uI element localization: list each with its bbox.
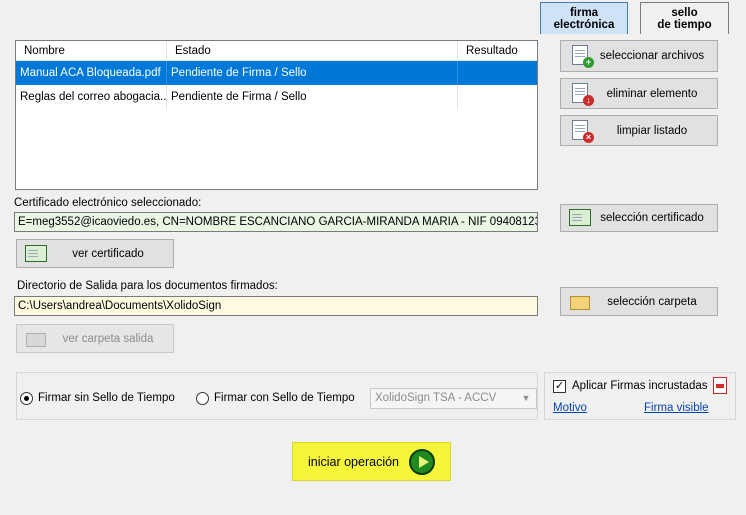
view-folder-icon (25, 327, 49, 351)
select-folder-label: selección carpeta (607, 295, 697, 308)
clear-list-icon: × (569, 119, 594, 143)
certificate-label: Certificado electrónico seleccionado: (14, 197, 202, 209)
file-list[interactable]: Nombre Estado Resultado Manual ACA Bloqu… (15, 40, 538, 190)
sign-with-timestamp-label[interactable]: Firmar con Sello de Tiempo (214, 392, 355, 404)
view-output-folder-button[interactable]: ver carpeta salida (16, 324, 174, 353)
output-label: Directorio de Salida para los documentos… (17, 280, 278, 292)
embedded-signatures-group: ✓ Aplicar Firmas incrustadas Motivo Firm… (544, 372, 736, 420)
clear-list-button[interactable]: × limpiar listado (560, 115, 718, 146)
certificate-icon (569, 206, 593, 230)
view-certificate-button[interactable]: ver certificado (16, 239, 174, 268)
view-certificate-icon (25, 242, 49, 266)
list-row[interactable]: Manual ACA Bloqueada.pdf Pendiente de Fi… (16, 61, 537, 85)
row-resultado (458, 85, 537, 109)
tab-label-line2: de tiempo (657, 19, 712, 31)
column-header-resultado[interactable]: Resultado (458, 41, 537, 61)
select-folder-button[interactable]: selección carpeta (560, 287, 718, 316)
tab-firma-electronica[interactable]: firma electrónica (540, 2, 628, 34)
pdf-icon (713, 377, 727, 394)
remove-document-icon: ↓ (569, 82, 594, 106)
tab-sello-de-tiempo[interactable]: sello de tiempo (640, 2, 729, 34)
timestamp-options-group: Firmar sin Sello de Tiempo Firmar con Se… (16, 372, 538, 420)
folder-icon (569, 290, 593, 314)
row-nombre: Manual ACA Bloqueada.pdf (16, 61, 167, 85)
sign-without-timestamp-label[interactable]: Firmar sin Sello de Tiempo (38, 392, 175, 404)
remove-item-label: eliminar elemento (606, 87, 698, 100)
row-estado: Pendiente de Firma / Sello (167, 61, 458, 85)
select-files-label: seleccionar archivos (599, 50, 705, 62)
select-files-button[interactable]: + seleccionar archivos (560, 40, 718, 72)
visible-signature-link[interactable]: Firma visible (644, 402, 709, 414)
select-certificate-button[interactable]: selección certificado (560, 204, 718, 232)
apply-embedded-checkbox[interactable]: ✓ (553, 380, 566, 393)
add-document-icon: + (569, 44, 594, 68)
column-header-estado[interactable]: Estado (167, 41, 458, 61)
apply-embedded-label[interactable]: Aplicar Firmas incrustadas (572, 380, 707, 392)
play-icon (409, 448, 436, 475)
row-nombre: Reglas del correo abogacia.... (16, 85, 167, 109)
tab-label-line1: firma (569, 7, 599, 19)
radio-sign-without-timestamp[interactable] (20, 392, 33, 405)
remove-item-button[interactable]: ↓ eliminar elemento (560, 78, 718, 109)
start-operation-button[interactable]: iniciar operación (292, 442, 451, 481)
radio-sign-with-timestamp[interactable] (196, 392, 209, 405)
motivo-link[interactable]: Motivo (553, 402, 587, 414)
list-header: Nombre Estado Resultado (16, 41, 537, 61)
view-certificate-label: ver certificado (72, 247, 144, 260)
tsa-select[interactable]: XolidoSign TSA - ACCV ▼ (370, 388, 537, 409)
clear-list-label: limpiar listado (616, 124, 688, 137)
column-header-nombre[interactable]: Nombre (16, 41, 167, 61)
list-row[interactable]: Reglas del correo abogacia.... Pendiente… (16, 85, 537, 109)
tab-label-line1: sello (671, 7, 698, 19)
tab-label-line2: electrónica (553, 19, 615, 31)
start-operation-label: iniciar operación (307, 454, 400, 469)
output-path-field[interactable]: C:\Users\andrea\Documents\XolidoSign (14, 296, 538, 316)
select-certificate-label: selección certificado (600, 212, 704, 224)
row-resultado (458, 61, 537, 85)
tsa-selected-value: XolidoSign TSA - ACCV (375, 392, 497, 404)
view-output-folder-label: ver carpeta salida (62, 332, 154, 345)
chevron-down-icon: ▼ (521, 393, 531, 403)
row-estado: Pendiente de Firma / Sello (167, 85, 458, 109)
certificate-field[interactable]: E=meg3552@icaoviedo.es, CN=NOMBRE ESCANC… (14, 212, 538, 232)
